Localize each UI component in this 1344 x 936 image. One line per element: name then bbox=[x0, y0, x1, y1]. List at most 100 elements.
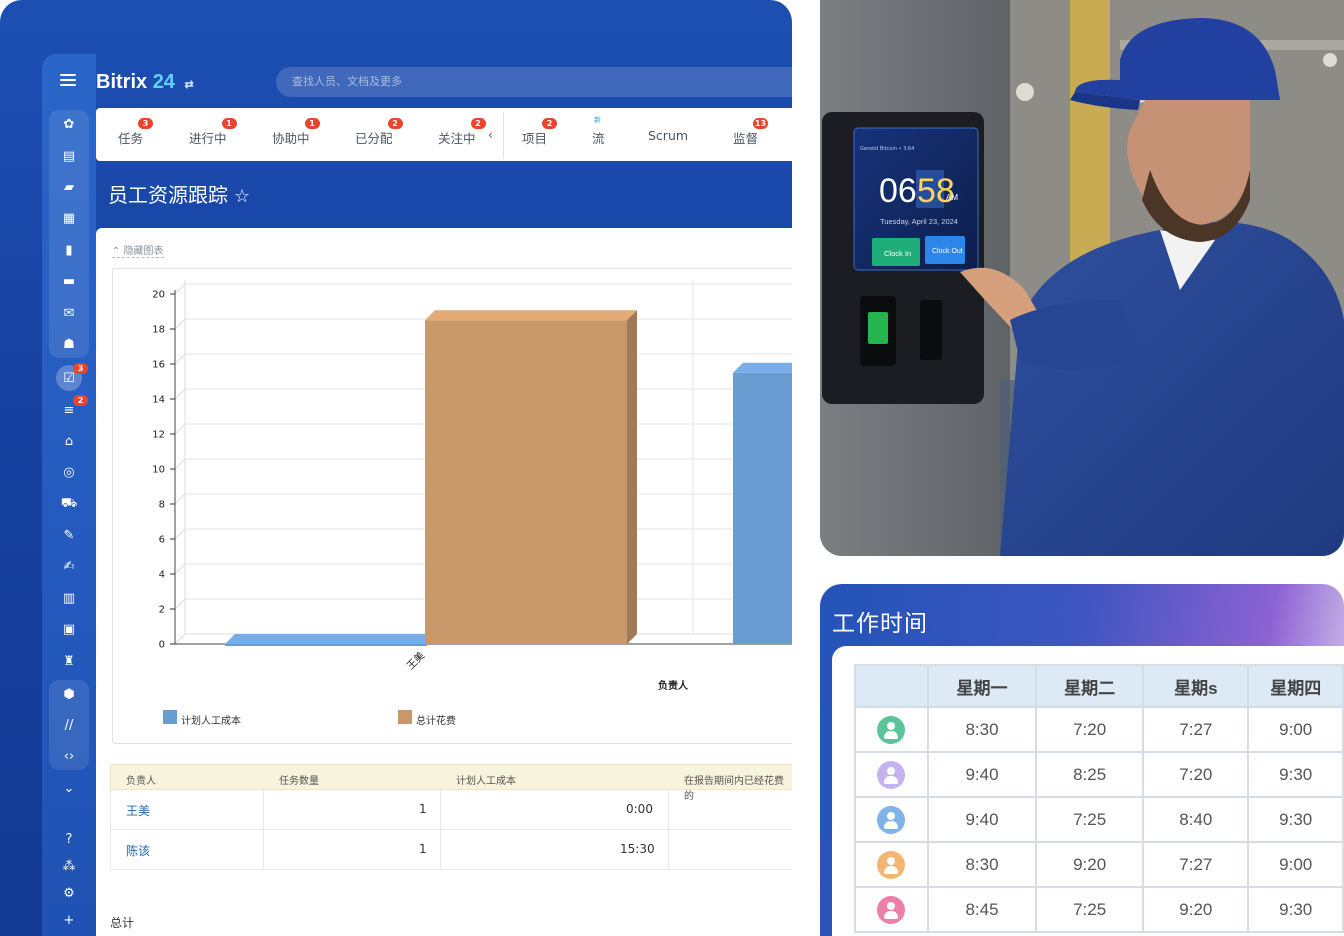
kiosk-header: Genetd Bitcoin • 3:64 bbox=[860, 146, 914, 152]
kiosk-time-hours: 06 bbox=[879, 172, 917, 210]
day-header: 星期一 bbox=[926, 664, 1038, 708]
column-divider bbox=[668, 790, 669, 829]
planned-cost: 15:30 bbox=[620, 842, 655, 856]
sidebar-item-docs[interactable]: ▮ bbox=[42, 238, 96, 262]
sidebar-item-tasks[interactable]: ☑ 3 bbox=[42, 363, 96, 391]
sidebar-item-devops[interactable]: ‹› bbox=[42, 744, 96, 768]
responsible-link[interactable]: 王美 bbox=[126, 802, 150, 819]
y-tick-label: 8 bbox=[159, 500, 165, 511]
sidebar-item-structure[interactable]: ⁂ bbox=[42, 854, 96, 878]
tab-divider bbox=[503, 112, 504, 158]
tab-following[interactable]: 关注中 2 bbox=[438, 118, 486, 147]
sidebar-item-groups[interactable]: ☗ bbox=[42, 332, 96, 356]
id-card-icon: ▣ bbox=[62, 621, 76, 637]
column-divider bbox=[263, 790, 264, 829]
tab-label: 协助中 bbox=[272, 131, 310, 146]
top-bar: Bitrix 24 ⇄ 查找人员、文档及更多 bbox=[96, 54, 792, 108]
sidebar-item-shop[interactable]: ⛟ bbox=[42, 492, 96, 516]
tab-assigned[interactable]: 已分配 2 bbox=[355, 118, 403, 147]
sidebar-item-more[interactable]: ⌄ bbox=[42, 776, 96, 800]
sidebar-item-analytics[interactable]: ▥ bbox=[42, 586, 96, 610]
sidebar-item-add[interactable]: + bbox=[42, 908, 96, 932]
column-divider bbox=[668, 830, 669, 869]
column-header[interactable]: 计划人工成本 bbox=[456, 772, 516, 787]
tab-badge: 13 bbox=[752, 118, 769, 129]
bar-top bbox=[733, 362, 792, 373]
edit-icon: ✎ bbox=[63, 527, 75, 543]
y-tick-label: 10 bbox=[152, 465, 165, 476]
sidebar-item-sign[interactable]: ✎ bbox=[42, 523, 96, 547]
sidebar-item-sites[interactable]: // bbox=[42, 713, 96, 737]
tab-assisting[interactable]: 协助中 1 bbox=[272, 118, 320, 147]
avatar-header bbox=[854, 664, 929, 708]
chart-container: 0 2 4 6 8 10 12 14 16 18 20 王美 负责人 计划人工成本 总计花费 bbox=[112, 268, 792, 744]
calendar-icon: ▦ bbox=[62, 210, 76, 226]
sidebar-item-news[interactable]: ▤ bbox=[42, 144, 96, 168]
tab-badge: 2 bbox=[387, 118, 403, 129]
sidebar-item-calendar[interactable]: ▦ bbox=[42, 206, 96, 230]
bar-top bbox=[425, 310, 637, 321]
sidebar-item-market[interactable]: ⬢ bbox=[42, 682, 96, 706]
search-input[interactable]: 查找人员、文档及更多 bbox=[276, 67, 792, 97]
schedule-row: 8:30 9:20 7:27 9:00 bbox=[854, 841, 1344, 888]
sidebar-item-feed[interactable]: ✿ bbox=[42, 112, 96, 136]
sidebar-item-drive[interactable]: ▬ bbox=[42, 269, 96, 293]
sidebar-item-mail[interactable]: ✉ bbox=[42, 301, 96, 325]
legend-label-total: 总计花费 bbox=[416, 716, 456, 727]
gridline-diagonal bbox=[174, 423, 186, 435]
chevron-left-icon[interactable]: ‹ bbox=[488, 128, 493, 142]
clock-out-label: Clock Out bbox=[932, 248, 963, 255]
page-title-text: 员工资源跟踪 bbox=[108, 183, 228, 207]
gridline-diagonal bbox=[174, 353, 186, 365]
tab-flow[interactable]: 新流 bbox=[592, 116, 605, 147]
tab-supervise[interactable]: 监督 13 bbox=[733, 118, 769, 147]
sidebar-item-marketing[interactable]: ◎ bbox=[42, 460, 96, 484]
y-tick-label: 12 bbox=[152, 430, 165, 441]
x-axis-label: 负责人 bbox=[658, 679, 689, 692]
sidebar-item-crm[interactable]: ≡ 2 bbox=[42, 395, 96, 422]
brand-logo[interactable]: Bitrix 24 ⇄ bbox=[96, 71, 194, 94]
sidebar-item-signature[interactable]: ✍ bbox=[42, 554, 96, 578]
gridline-diagonal bbox=[174, 283, 186, 295]
groups-icon: ☗ bbox=[63, 336, 75, 352]
column-header[interactable]: 负责人 bbox=[126, 772, 156, 787]
bar-top bbox=[225, 634, 437, 644]
avatar-cell bbox=[854, 706, 929, 753]
y-tick-label: 14 bbox=[152, 395, 165, 406]
schedule-table: 星期一 星期二 星期s 星期四 8:30 7:20 7:27 9:00 9:40 8:25… bbox=[854, 664, 1344, 933]
table-row: 王美 1 0:00 bbox=[110, 790, 792, 830]
tab-in-progress[interactable]: 进行中 1 bbox=[189, 118, 237, 147]
kiosk-ampm: AM bbox=[946, 193, 958, 202]
sidebar-item-help[interactable]: ? bbox=[42, 827, 96, 851]
responsible-link[interactable]: 陈该 bbox=[126, 842, 150, 859]
signature-icon: ✍ bbox=[63, 558, 75, 574]
tab-projects[interactable]: 项目 2 bbox=[522, 118, 558, 147]
schedule-title: 工作时间 bbox=[832, 611, 928, 637]
sync-icon[interactable]: ⇄ bbox=[185, 79, 194, 91]
sidebar-item-bots[interactable]: ♜ bbox=[42, 649, 96, 673]
tab-scrum[interactable]: Scrum bbox=[648, 128, 688, 143]
column-header[interactable]: 任务数量 bbox=[279, 772, 319, 787]
gridline-diagonal bbox=[174, 318, 186, 330]
clock-in-label: Clock In bbox=[884, 249, 911, 258]
work-time-cell: 9:20 bbox=[1142, 886, 1250, 933]
y-tick-label: 20 bbox=[152, 290, 165, 301]
y-tick-label: 0 bbox=[159, 640, 165, 651]
legend-label-planned: 计划人工成本 bbox=[181, 716, 241, 727]
bar bbox=[733, 372, 792, 644]
menu-icon[interactable] bbox=[60, 74, 76, 86]
sidebar-item-hr[interactable]: ▣ bbox=[42, 617, 96, 641]
tab-label: 流 bbox=[592, 131, 605, 146]
avatar-icon bbox=[877, 760, 906, 789]
star-icon[interactable]: ☆ bbox=[234, 186, 250, 207]
hide-chart-link[interactable]: ⌃ 隐藏图表 bbox=[112, 242, 164, 258]
work-time-cell: 8:45 bbox=[926, 886, 1038, 933]
gear-icon: ⚙ bbox=[63, 885, 75, 901]
sidebar-item-company[interactable]: ⌂ bbox=[42, 429, 96, 453]
day-header: 星期四 bbox=[1247, 664, 1344, 708]
new-tag: 新 bbox=[594, 116, 601, 124]
sidebar-item-settings[interactable]: ⚙ bbox=[42, 881, 96, 905]
tab-tasks[interactable]: 任务 3 bbox=[118, 118, 154, 147]
sidebar-item-chat[interactable]: ▰ bbox=[42, 175, 96, 199]
page-title: 员工资源跟踪 ☆ bbox=[108, 179, 250, 208]
